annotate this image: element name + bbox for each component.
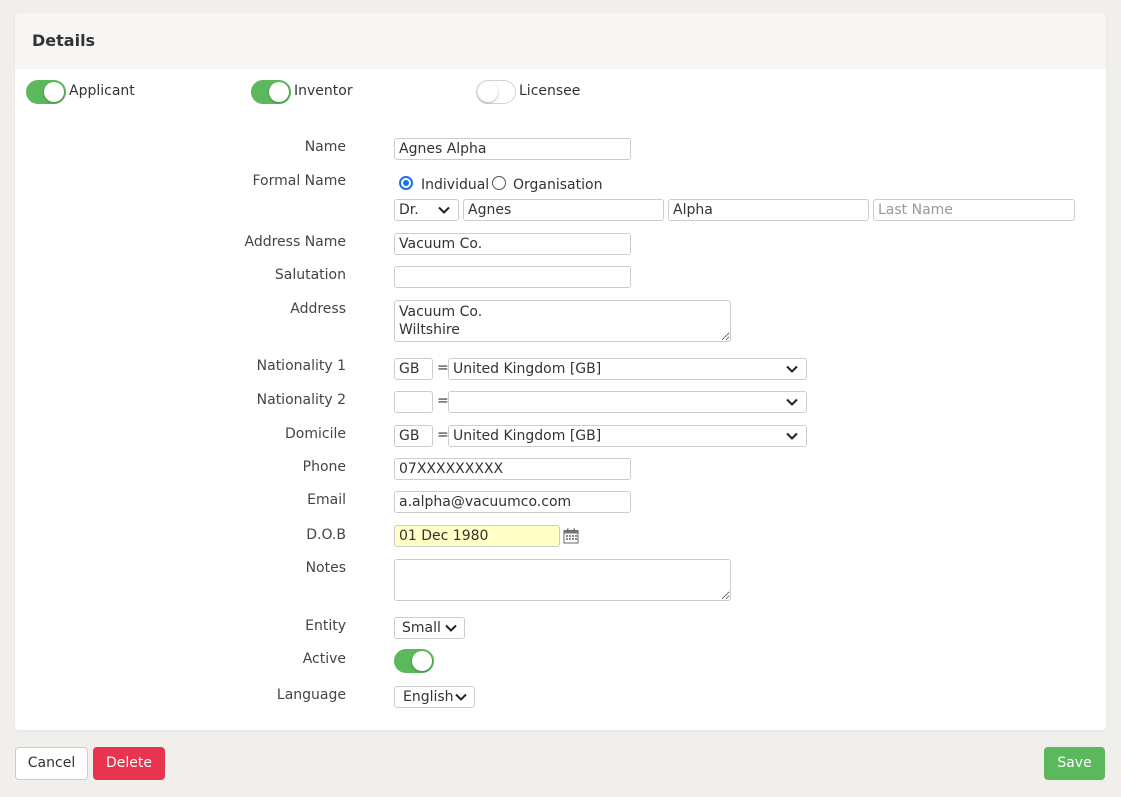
organisation-radio[interactable] bbox=[492, 176, 506, 190]
nationality2-select[interactable] bbox=[448, 391, 807, 413]
domicile-label: Domicile bbox=[285, 426, 346, 442]
toggle-knob bbox=[44, 82, 64, 102]
title-select-value: Dr. bbox=[399, 202, 419, 218]
email-label: Email bbox=[307, 492, 346, 508]
panel-header: Details bbox=[15, 13, 1106, 69]
equals-sign: = bbox=[437, 360, 449, 376]
formal-name-label: Formal Name bbox=[252, 173, 347, 189]
last-name-input[interactable] bbox=[873, 199, 1075, 221]
notes-textarea[interactable] bbox=[394, 559, 731, 601]
nationality1-label: Nationality 1 bbox=[256, 358, 346, 374]
phone-label: Phone bbox=[302, 459, 346, 475]
domicile-select[interactable]: United Kingdom [GB] bbox=[448, 425, 807, 447]
chevron-down-icon bbox=[438, 206, 450, 214]
nationality2-code-input[interactable] bbox=[394, 391, 433, 413]
middle-name-input[interactable] bbox=[668, 199, 869, 221]
licensee-label: Licensee bbox=[519, 83, 581, 99]
address-textarea[interactable]: Vacuum Co. Wiltshire bbox=[394, 300, 731, 342]
address-name-label: Address Name bbox=[244, 234, 346, 250]
first-name-input[interactable] bbox=[463, 199, 664, 221]
nationality1-select[interactable]: United Kingdom [GB] bbox=[448, 358, 807, 380]
domicile-code-input[interactable] bbox=[394, 425, 433, 447]
phone-input[interactable] bbox=[394, 458, 631, 480]
delete-button[interactable]: Delete bbox=[93, 747, 165, 780]
applicant-label: Applicant bbox=[69, 83, 135, 99]
salutation-input[interactable] bbox=[394, 266, 631, 288]
individual-radio-label: Individual bbox=[421, 177, 490, 193]
nationality1-select-value: United Kingdom [GB] bbox=[453, 361, 602, 377]
language-select[interactable]: English bbox=[394, 686, 475, 708]
nationality2-label: Nationality 2 bbox=[256, 392, 346, 408]
calendar-icon[interactable] bbox=[563, 528, 579, 544]
inventor-label: Inventor bbox=[294, 83, 353, 99]
name-label: Name bbox=[304, 139, 346, 155]
equals-sign: = bbox=[437, 427, 449, 443]
dob-input[interactable] bbox=[394, 525, 560, 547]
active-toggle[interactable] bbox=[394, 649, 434, 673]
dob-label: D.O.B bbox=[306, 527, 346, 543]
entity-select[interactable]: Small bbox=[394, 617, 465, 639]
salutation-label: Salutation bbox=[274, 267, 346, 283]
name-input[interactable] bbox=[394, 138, 631, 160]
entity-label: Entity bbox=[305, 618, 346, 634]
notes-label: Notes bbox=[305, 560, 346, 576]
organisation-radio-label: Organisation bbox=[513, 177, 603, 193]
nationality1-code-input[interactable] bbox=[394, 358, 433, 380]
language-select-value: English bbox=[403, 689, 454, 705]
address-label: Address bbox=[290, 301, 346, 317]
chevron-down-icon bbox=[455, 693, 467, 701]
domicile-select-value: United Kingdom [GB] bbox=[453, 428, 602, 444]
licensee-toggle[interactable] bbox=[476, 80, 516, 104]
email-input[interactable] bbox=[394, 491, 631, 513]
individual-radio[interactable] bbox=[399, 176, 413, 190]
equals-sign: = bbox=[437, 393, 449, 409]
toggle-knob bbox=[478, 82, 498, 102]
chevron-down-icon bbox=[786, 432, 798, 440]
title-select[interactable]: Dr. bbox=[394, 199, 459, 221]
address-name-input[interactable] bbox=[394, 233, 631, 255]
applicant-toggle[interactable] bbox=[26, 80, 66, 104]
entity-select-value: Small bbox=[402, 620, 441, 636]
toggle-knob bbox=[412, 651, 432, 671]
chevron-down-icon bbox=[786, 398, 798, 406]
cancel-button[interactable]: Cancel bbox=[15, 747, 88, 780]
toggle-knob bbox=[269, 82, 289, 102]
language-label: Language bbox=[276, 687, 346, 703]
panel-title: Details bbox=[32, 31, 96, 50]
chevron-down-icon bbox=[445, 624, 457, 632]
chevron-down-icon bbox=[786, 365, 798, 373]
save-button[interactable]: Save bbox=[1044, 747, 1105, 780]
inventor-toggle[interactable] bbox=[251, 80, 291, 104]
active-label: Active bbox=[302, 651, 346, 667]
